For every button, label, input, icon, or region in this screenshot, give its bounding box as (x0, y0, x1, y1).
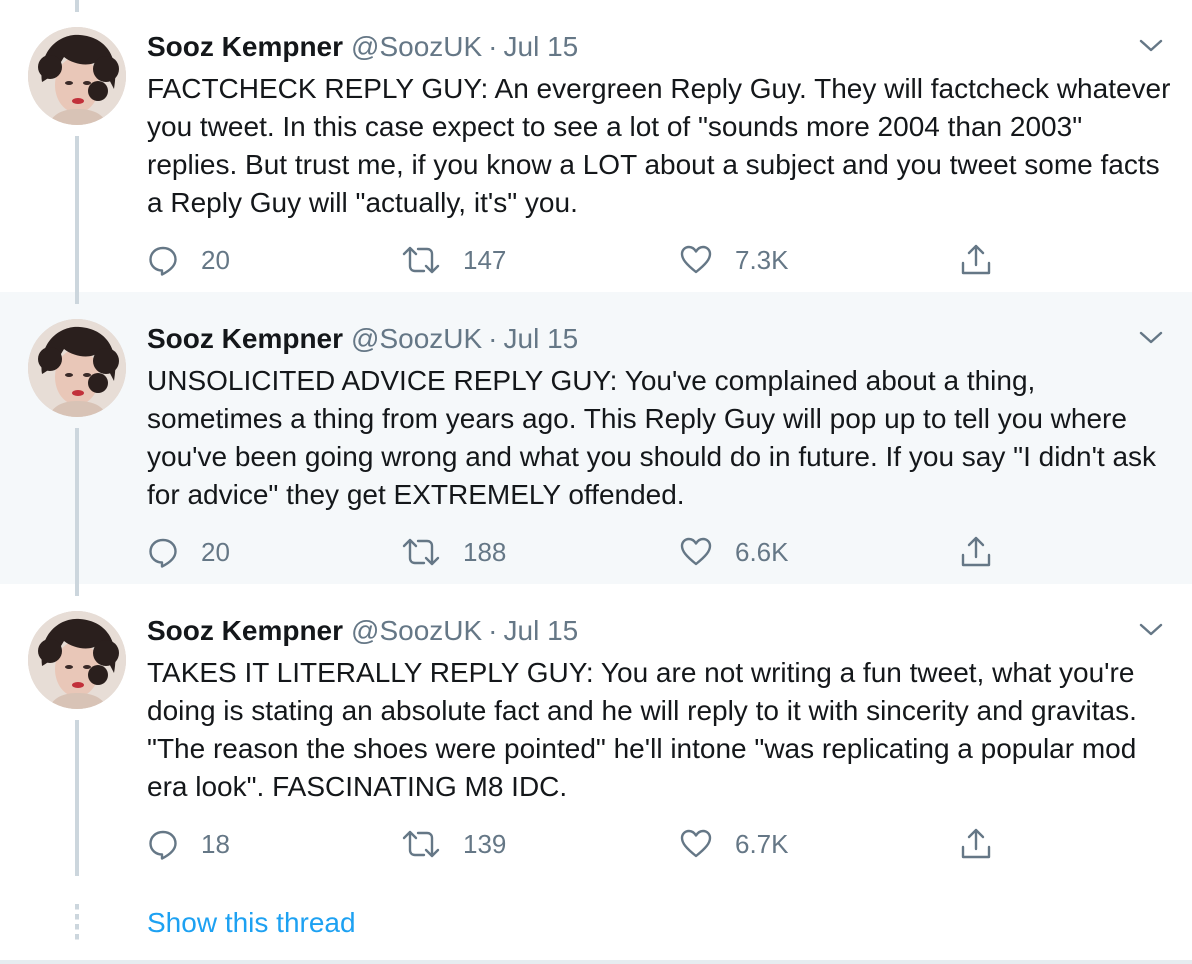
tweet-date[interactable]: Jul 15 (504, 323, 579, 354)
chevron-down-icon[interactable] (1136, 618, 1166, 640)
author-name[interactable]: Sooz Kempner (147, 615, 343, 646)
like-count: 6.6K (735, 537, 789, 567)
show-thread-link[interactable]: Show this thread (147, 906, 356, 940)
author-handle[interactable]: @SoozUK (351, 615, 482, 646)
show-thread-row: Show this thread (0, 876, 1192, 964)
tweet-text: UNSOLICITED ADVICE REPLY GUY: You've com… (147, 365, 1157, 510)
retweet-arrows-icon (401, 536, 441, 568)
reply-button[interactable]: 18 (147, 826, 230, 862)
retweet-count: 147 (463, 245, 507, 275)
tweet-header: Sooz Kempner @SoozUK · Jul 15 (147, 322, 578, 356)
share-upload-icon (959, 535, 993, 569)
retweet-count: 188 (463, 537, 507, 567)
retweet-arrows-icon (401, 244, 441, 276)
thread-dotted-line (75, 904, 79, 944)
author-name[interactable]: Sooz Kempner (147, 31, 343, 62)
reply-count: 20 (201, 537, 230, 567)
like-count: 7.3K (735, 245, 789, 275)
heart-outline-icon (679, 828, 713, 860)
reply-count: 18 (201, 829, 230, 859)
tweet-card[interactable]: Sooz Kempner @SoozUK · Jul 15 TAKES IT LITE… (0, 584, 1192, 876)
tweet-text: FACTCHECK REPLY GUY: An evergreen Reply … (147, 73, 1171, 218)
thread-connector-line (75, 584, 79, 596)
thread-connector-line (75, 428, 79, 584)
thread-connector-line (75, 292, 79, 304)
separator-dot: · (488, 31, 498, 62)
retweet-arrows-icon (401, 828, 441, 860)
thread-connector-line (75, 0, 79, 12)
chevron-down-icon[interactable] (1136, 34, 1166, 56)
tweet-actions: 18 139 6.7K (147, 826, 1047, 862)
tweet-thread: Sooz Kempner @SoozUK · Jul 15 FACTCHECK REP… (0, 0, 1192, 964)
avatar[interactable] (28, 27, 126, 125)
separator-dot: · (488, 323, 498, 354)
thread-connector-line (75, 720, 79, 876)
share-upload-icon (959, 827, 993, 861)
tweet-header: Sooz Kempner @SoozUK · Jul 15 (147, 614, 578, 648)
tweet-date[interactable]: Jul 15 (504, 615, 579, 646)
share-button[interactable] (959, 826, 993, 862)
author-handle[interactable]: @SoozUK (351, 31, 482, 62)
tweet-actions: 20 188 6.6K (147, 534, 1047, 570)
like-count: 6.7K (735, 829, 789, 859)
retweet-button[interactable]: 188 (401, 534, 506, 570)
heart-outline-icon (679, 536, 713, 568)
separator-dot: · (488, 615, 498, 646)
retweet-count: 139 (463, 829, 507, 859)
speech-bubble-icon (147, 828, 179, 860)
divider (0, 960, 1192, 964)
share-button[interactable] (959, 534, 993, 570)
chevron-down-icon[interactable] (1136, 326, 1166, 348)
like-button[interactable]: 6.6K (679, 534, 789, 570)
tweet-card[interactable]: Sooz Kempner @SoozUK · Jul 15 FACTCHECK REP… (0, 0, 1192, 292)
tweet-text: TAKES IT LITERALLY REPLY GUY: You are no… (147, 657, 1137, 802)
share-upload-icon (959, 243, 993, 277)
avatar[interactable] (28, 611, 126, 709)
like-button[interactable]: 7.3K (679, 242, 789, 278)
speech-bubble-icon (147, 244, 179, 276)
share-button[interactable] (959, 242, 993, 278)
author-handle[interactable]: @SoozUK (351, 323, 482, 354)
reply-button[interactable]: 20 (147, 534, 230, 570)
tweet-actions: 20 147 7.3K (147, 242, 1047, 278)
speech-bubble-icon (147, 536, 179, 568)
like-button[interactable]: 6.7K (679, 826, 789, 862)
tweet-header: Sooz Kempner @SoozUK · Jul 15 (147, 30, 578, 64)
tweet-card[interactable]: Sooz Kempner @SoozUK · Jul 15 UNSOLICITED A… (0, 292, 1192, 584)
thread-connector-line (75, 136, 79, 292)
retweet-button[interactable]: 147 (401, 242, 506, 278)
tweet-date[interactable]: Jul 15 (504, 31, 579, 62)
heart-outline-icon (679, 244, 713, 276)
reply-button[interactable]: 20 (147, 242, 230, 278)
retweet-button[interactable]: 139 (401, 826, 506, 862)
author-name[interactable]: Sooz Kempner (147, 323, 343, 354)
avatar[interactable] (28, 319, 126, 417)
reply-count: 20 (201, 245, 230, 275)
